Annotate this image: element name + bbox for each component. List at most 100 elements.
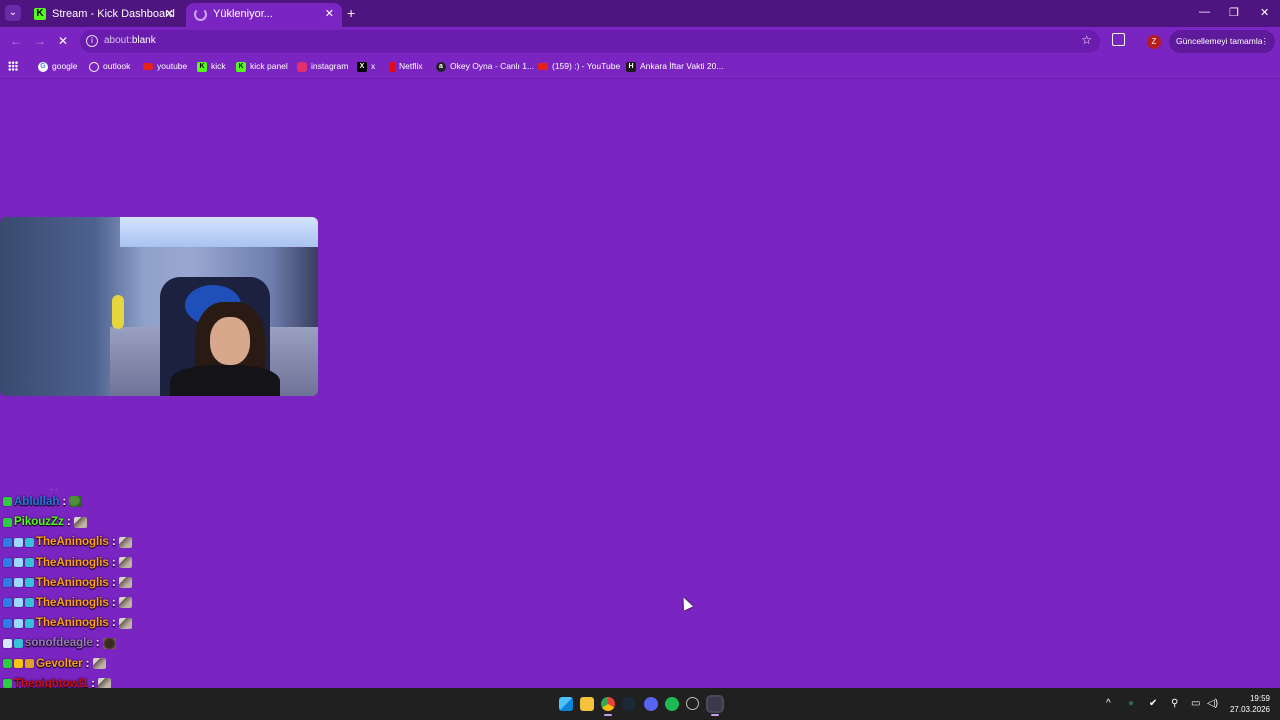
chat-emote-icon: [118, 617, 132, 629]
close-tab-icon[interactable]: ✕: [165, 3, 174, 25]
chat-emote-icon: [118, 557, 132, 569]
apps-grid-icon[interactable]: [8, 61, 18, 71]
tab-title: Yükleniyor...: [213, 8, 273, 20]
back-icon[interactable]: ←: [10, 34, 22, 48]
tab-loading[interactable]: Yükleniyor... ✕: [186, 3, 342, 27]
bookmark-netflix[interactable]: Netflix: [389, 61, 423, 73]
bookmark-youtube[interactable]: youtube: [143, 61, 187, 73]
clock-date: 27.03.2026: [1229, 705, 1270, 714]
file-explorer-icon[interactable]: [580, 697, 594, 711]
extensions-icon[interactable]: [1112, 33, 1125, 46]
chat-separator: :: [111, 576, 116, 589]
bookmark-star-icon[interactable]: ☆: [1081, 33, 1092, 47]
outlook-icon: [89, 61, 99, 72]
window-close-icon[interactable]: ✕: [1260, 6, 1269, 19]
okey-icon: a: [436, 61, 446, 72]
steam-icon[interactable]: [622, 697, 636, 711]
chat-badge-icon: [3, 659, 12, 669]
youtube-icon: [538, 63, 548, 71]
bookmark-okey[interactable]: a Okey Oyna - Canlı 1...: [436, 61, 534, 73]
mouse-cursor: [678, 595, 694, 611]
loading-spinner-icon: [194, 7, 207, 21]
chat-badge-icon: [25, 618, 34, 628]
chat-badge-icon: [14, 558, 23, 568]
discord-icon[interactable]: [644, 697, 658, 711]
chat-badge-icon: [14, 598, 23, 608]
bookmark-outlook[interactable]: outlook: [89, 61, 130, 73]
bookmark-instagram[interactable]: instagram: [297, 61, 348, 73]
tab-search-button[interactable]: ⌄: [5, 5, 21, 21]
profile-avatar[interactable]: Z: [1147, 35, 1161, 49]
chat-separator: :: [111, 617, 116, 630]
chat-badge-icon: [3, 578, 12, 588]
chat-badge-icon: [14, 618, 23, 628]
chat-message: sonofdeagle:: [3, 633, 116, 653]
steam-game-icon[interactable]: [708, 697, 722, 716]
windows-start-icon[interactable]: [559, 697, 573, 711]
address-bar[interactable]: i about:blank ☆: [80, 30, 1100, 53]
chat-separator: :: [85, 657, 90, 670]
chat-emote-icon: [102, 637, 116, 649]
chat-message: Ablullah:: [3, 492, 83, 512]
chat-badge-icon: [14, 638, 23, 648]
bookmark-google[interactable]: Ggoogle: [38, 61, 78, 73]
network-icon[interactable]: ▭: [1191, 698, 1200, 709]
chat-username: sonofdeagle: [25, 637, 93, 650]
instagram-icon: [297, 61, 307, 72]
tray-app-icon[interactable]: ●: [1128, 698, 1134, 709]
youtube-icon: [143, 63, 153, 71]
x-icon: X: [357, 61, 367, 72]
chat-message: TheAninoglis:: [3, 553, 132, 573]
webcam-feed: [0, 217, 318, 396]
update-button[interactable]: Güncellemeyi tamamla ⋮: [1169, 30, 1275, 53]
chat-separator: :: [66, 516, 71, 529]
address-url[interactable]: about:blank: [104, 35, 156, 46]
google-icon: G: [38, 61, 48, 72]
settings-icon[interactable]: [686, 697, 699, 710]
microphone-icon[interactable]: ⚲: [1171, 698, 1178, 709]
restore-icon[interactable]: ❐: [1229, 6, 1239, 19]
chat-badge-icon: [25, 578, 34, 588]
chat-emote-icon: [118, 577, 132, 589]
chat-emote-icon: [73, 516, 87, 528]
chat-message: Gevolter:: [3, 654, 106, 674]
minimize-icon[interactable]: —: [1199, 6, 1210, 18]
chat-username: TheAninoglis: [36, 576, 109, 589]
chrome-icon[interactable]: [601, 697, 615, 716]
chat-badge-icon: [3, 517, 12, 527]
chat-separator: :: [62, 496, 67, 508]
bookmark-youtube-159[interactable]: (159) :) - YouTube: [538, 61, 620, 73]
tab-strip: ⌄ K Stream - Kick Dashboard ✕ Yükleniyor.…: [0, 0, 1280, 27]
chat-badge-icon: [14, 537, 23, 547]
chat-badge-icon: [25, 598, 34, 608]
bookmark-x[interactable]: Xx: [357, 61, 375, 73]
chat-username: TheAninoglis: [36, 617, 109, 630]
forward-icon[interactable]: →: [34, 34, 46, 48]
stop-loading-icon[interactable]: ✕: [58, 34, 68, 48]
site-info-icon[interactable]: i: [86, 35, 98, 47]
more-menu-icon: ⋮: [1260, 36, 1270, 46]
bookmark-kick[interactable]: Kkick: [197, 61, 226, 73]
taskbar-clock[interactable]: 19:59 27.03.2026: [1230, 693, 1270, 715]
tab-kick-dashboard[interactable]: K Stream - Kick Dashboard ✕: [26, 3, 182, 27]
chat-badge-icon: [3, 618, 12, 628]
chat-badge-icon: [3, 497, 12, 507]
tray-expand-icon[interactable]: ^: [1106, 698, 1111, 709]
tab-title: Stream - Kick Dashboard: [52, 8, 175, 20]
clock-time: 19:59: [1249, 694, 1270, 703]
bookmark-kick-panel[interactable]: Kkick panel: [236, 61, 288, 73]
tray-steam-icon[interactable]: ✔: [1149, 698, 1157, 709]
close-tab-icon[interactable]: ✕: [325, 3, 334, 25]
spotify-icon[interactable]: [665, 697, 679, 711]
iftar-icon: H: [626, 61, 636, 72]
new-tab-button[interactable]: +: [347, 5, 355, 21]
chat-badge-icon: [14, 659, 23, 669]
chat-username: TheAninoglis: [36, 556, 109, 569]
bookmark-ankara-iftar[interactable]: H Ankara İftar Vakti 20...: [626, 61, 723, 73]
chat-message: PikouzZz:: [3, 512, 87, 532]
volume-icon[interactable]: ◁): [1207, 698, 1218, 709]
chat-separator: :: [95, 637, 100, 650]
chat-emote-icon: [92, 658, 106, 670]
chat-message: TheAninoglis:: [3, 573, 132, 593]
chat-separator: :: [111, 556, 116, 569]
